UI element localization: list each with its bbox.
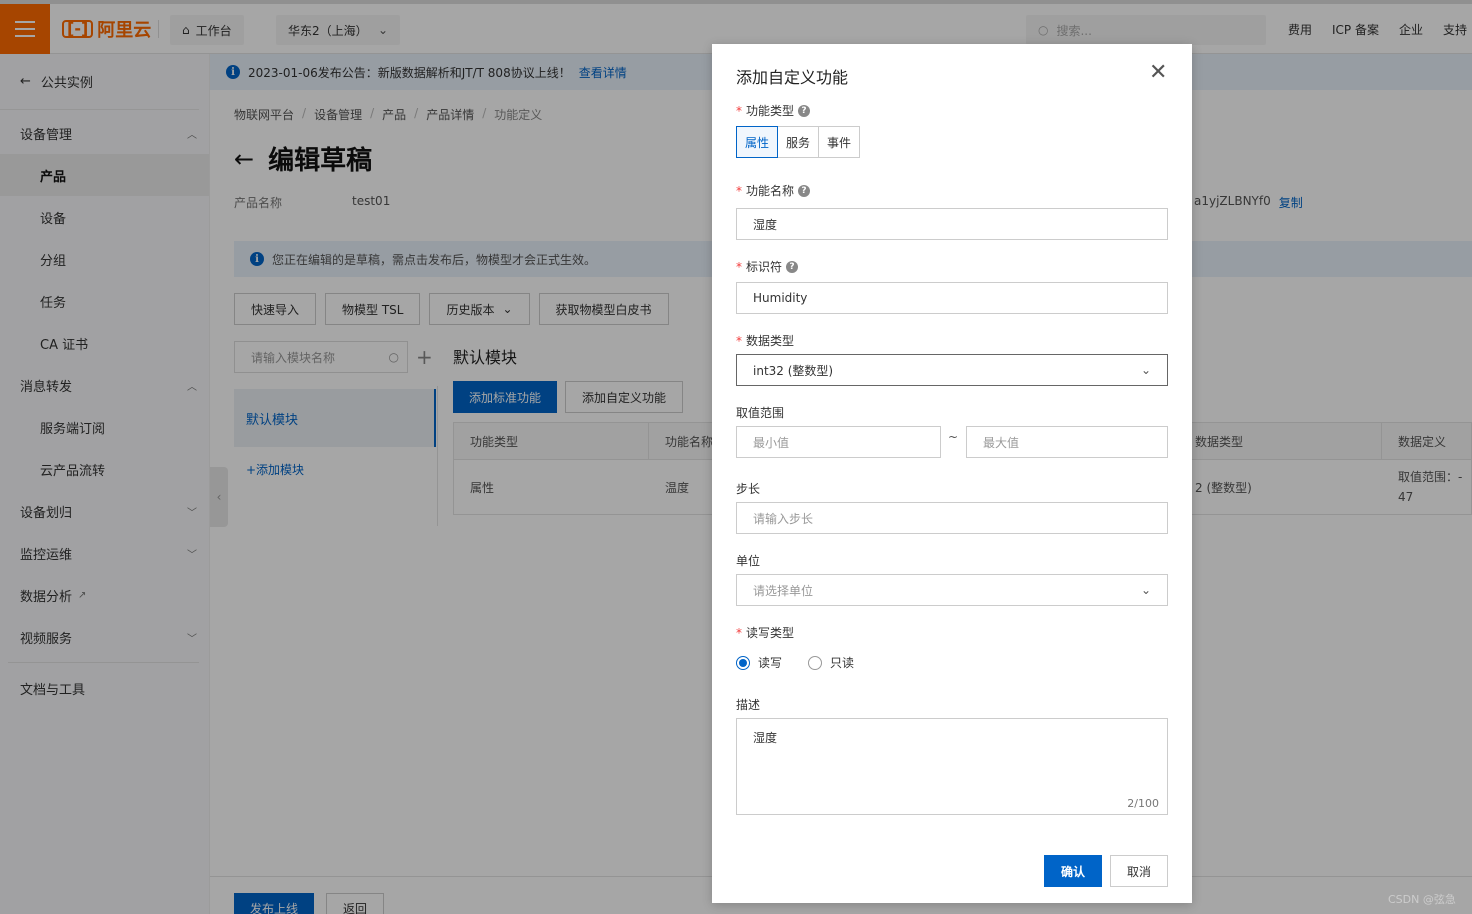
unit-select[interactable]: 请选择单位 ⌄ (736, 574, 1168, 606)
rw-option-readonly[interactable]: 只读 (808, 654, 854, 671)
range-max-input[interactable]: 最大值 (966, 426, 1168, 458)
dialog-title: 添加自定义功能 (736, 68, 849, 87)
rw-option-readwrite[interactable]: 读写 (736, 654, 782, 671)
add-custom-function-dialog: 添加自定义功能 ✕ * 功能类型? 属性 服务 事件 * 功能名称? 湿度 * 标识符… (712, 44, 1192, 903)
func-name-input[interactable]: 湿度 (736, 208, 1168, 240)
chevron-down-icon: ⌄ (1140, 363, 1151, 377)
identifier-input[interactable]: Humidity (736, 282, 1168, 314)
desc-char-counter: 2/100 (1127, 797, 1159, 810)
help-icon[interactable]: ? (798, 104, 811, 117)
cancel-button[interactable]: 取消 (1110, 855, 1168, 887)
identifier-label: * 标识符? (736, 258, 799, 275)
step-label: 步长 (736, 482, 761, 496)
watermark: CSDN @弦急 (1388, 893, 1456, 906)
datatype-select[interactable]: int32 (整数型) ⌄ (736, 354, 1168, 386)
unit-label: 单位 (736, 554, 761, 568)
datatype-label: * 数据类型 (736, 333, 795, 349)
step-input[interactable]: 请输入步长 (736, 502, 1168, 534)
func-type-event[interactable]: 事件 (818, 126, 861, 158)
chevron-down-icon: ⌄ (1140, 583, 1151, 597)
range-label: 取值范围 (736, 406, 785, 420)
func-type-service[interactable]: 服务 (777, 126, 820, 158)
rw-radio-group: 读写 只读 (736, 654, 854, 671)
close-icon[interactable]: ✕ (1149, 62, 1167, 84)
rw-label: * 读写类型 (736, 625, 795, 641)
desc-label: 描述 (736, 698, 761, 712)
help-icon[interactable]: ? (798, 184, 811, 197)
func-type-property[interactable]: 属性 (736, 126, 779, 158)
range-separator: ~ (948, 430, 959, 444)
func-type-label: * 功能类型? (736, 102, 811, 119)
desc-textarea[interactable]: 湿度 2/100 (736, 718, 1168, 815)
func-type-segmented: 属性 服务 事件 (736, 126, 861, 158)
radio-unchecked-icon (808, 655, 823, 670)
range-min-input[interactable]: 最小值 (736, 426, 941, 458)
help-icon[interactable]: ? (786, 260, 799, 273)
radio-checked-icon (736, 655, 750, 670)
confirm-button[interactable]: 确认 (1044, 855, 1102, 887)
func-name-label: * 功能名称? (736, 182, 811, 199)
